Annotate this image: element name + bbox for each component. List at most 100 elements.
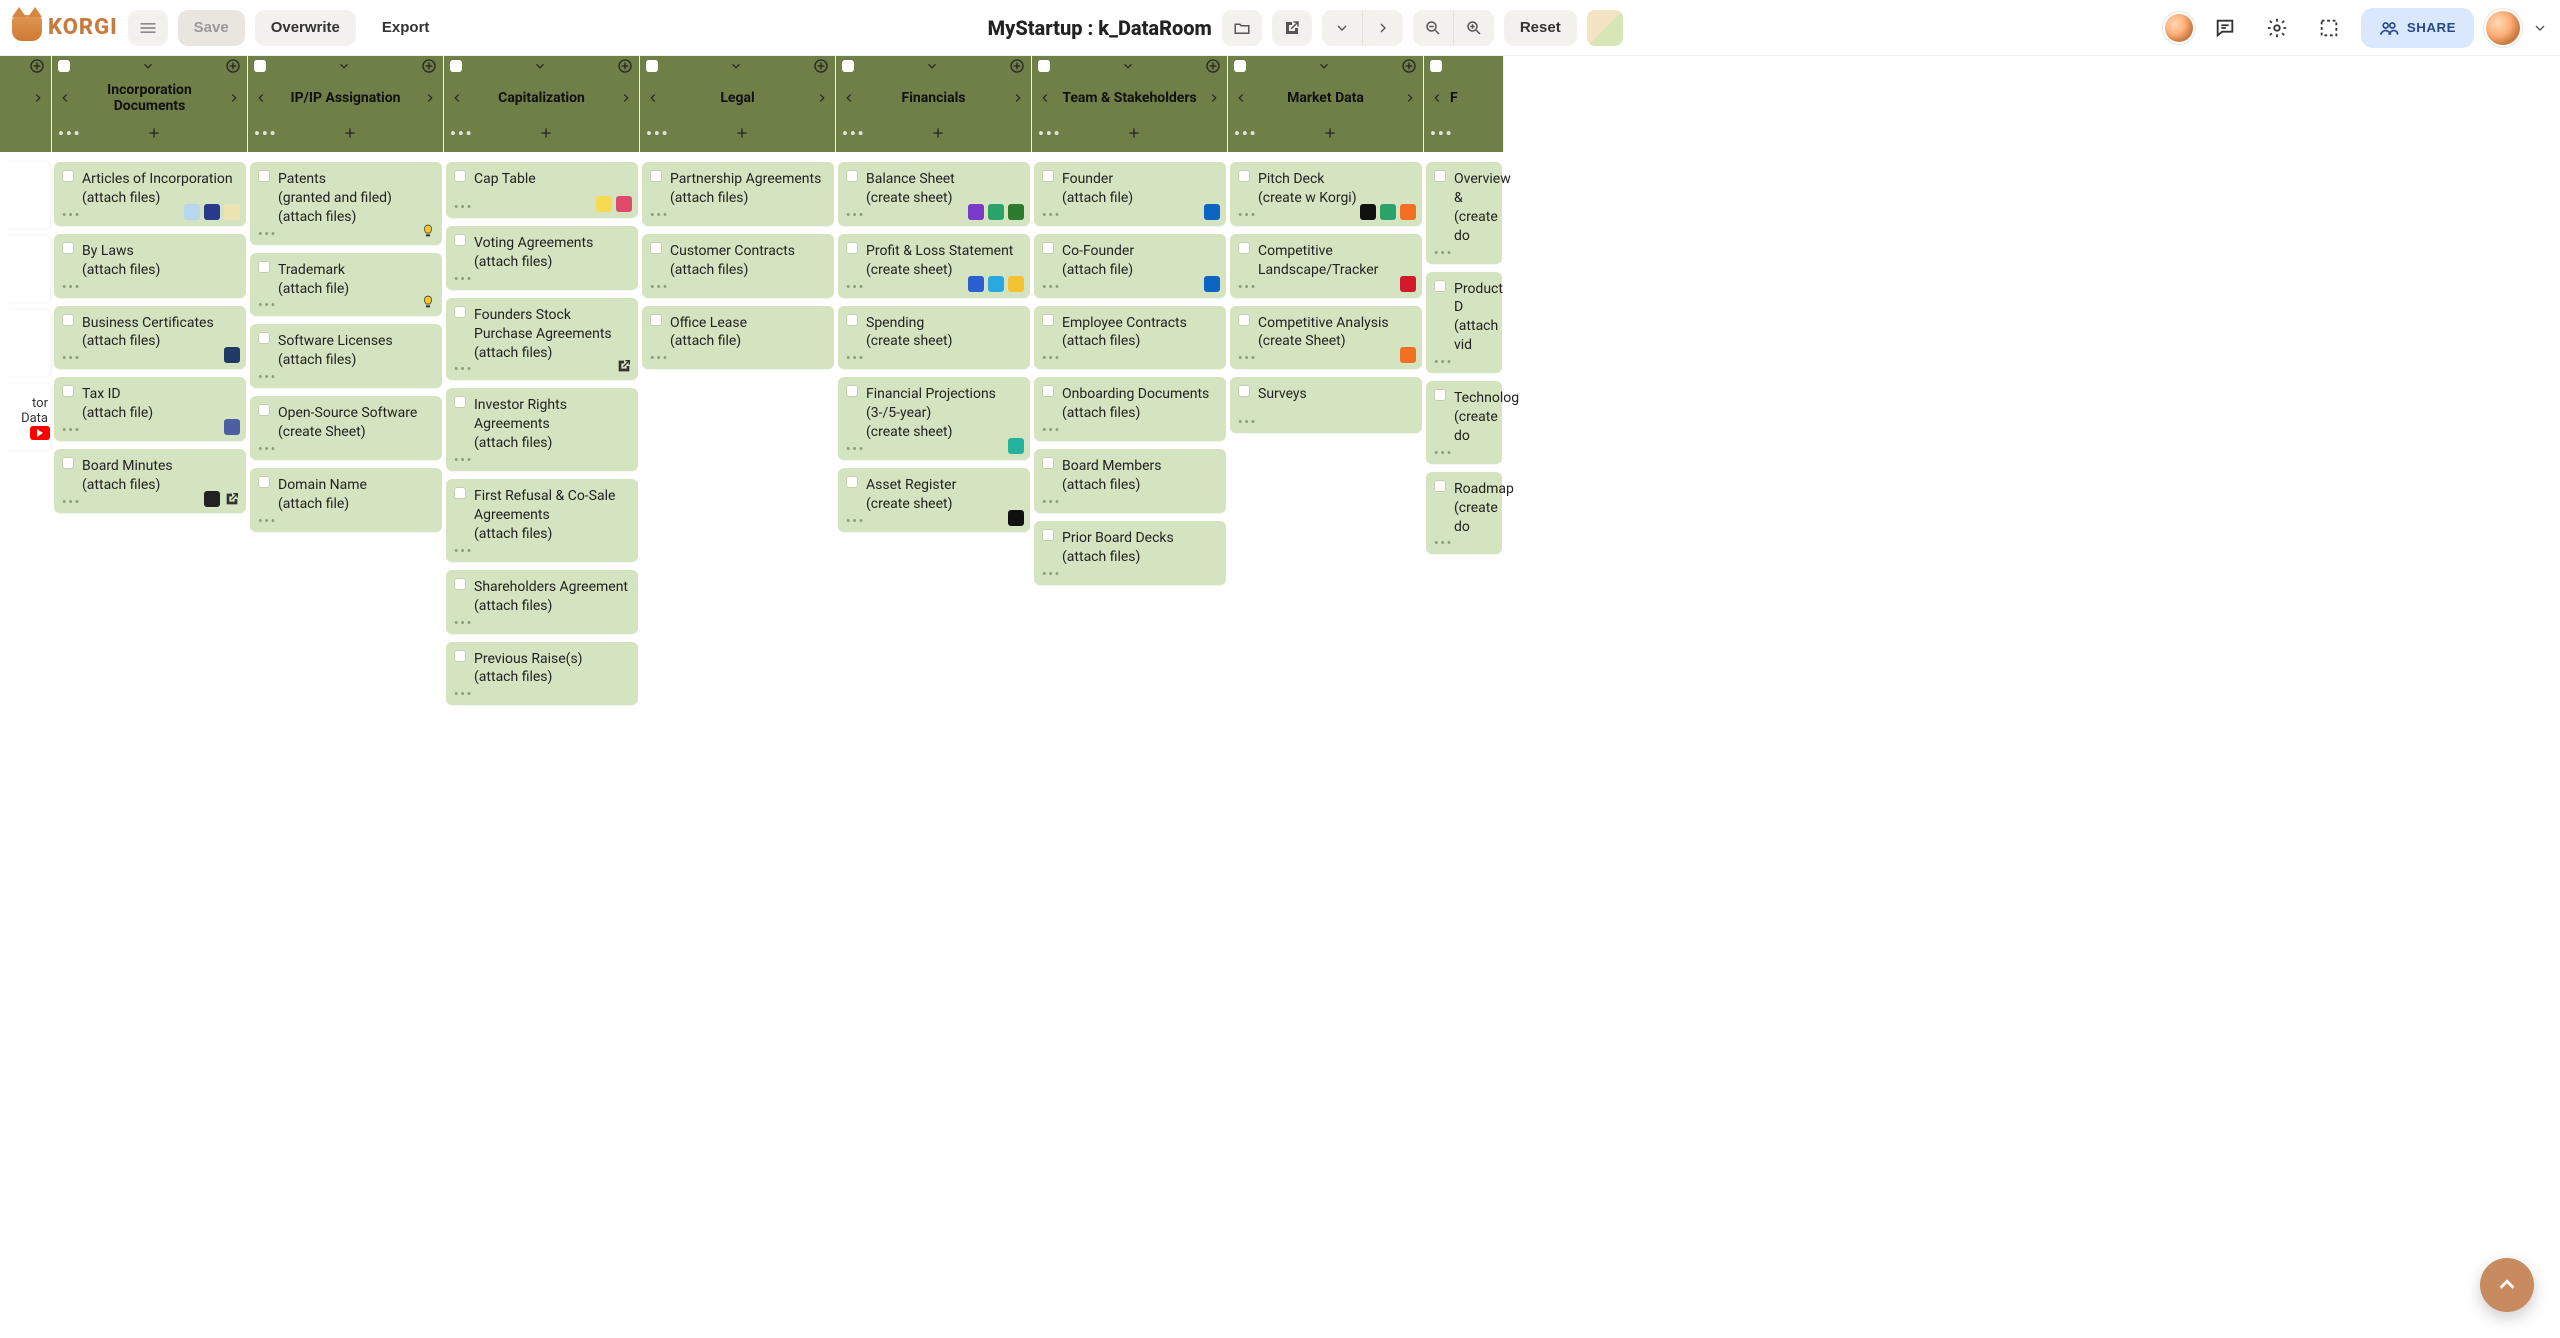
card-more-button[interactable]: ••• — [650, 280, 669, 294]
document-title[interactable]: MyStartup : k_DataRoom — [988, 16, 1212, 40]
column-move-left-button[interactable] — [58, 91, 72, 105]
column-add-card-button[interactable] — [538, 125, 554, 141]
save-button[interactable]: Save — [178, 10, 245, 46]
card-checkbox[interactable] — [454, 487, 466, 499]
column-add-button[interactable] — [29, 58, 45, 74]
board-card[interactable]: Patents (granted and filed) (attach file… — [250, 162, 442, 245]
column-select-checkbox[interactable] — [450, 60, 462, 72]
column-add-button[interactable] — [421, 58, 437, 74]
column-move-left-button[interactable] — [450, 91, 464, 105]
board-card[interactable]: Balance Sheet (create sheet) ••• — [838, 162, 1030, 226]
card-checkbox[interactable] — [454, 396, 466, 408]
card-checkbox[interactable] — [1238, 170, 1250, 182]
card-checkbox[interactable] — [1238, 314, 1250, 326]
card-more-button[interactable]: ••• — [846, 514, 865, 528]
history-prev-button[interactable] — [1322, 10, 1362, 46]
board-card[interactable]: Previous Raise(s) (attach files) ••• — [446, 642, 638, 706]
card-checkbox[interactable] — [846, 314, 858, 326]
scroll-top-fab[interactable] — [2480, 1258, 2534, 1312]
board-card[interactable]: Surveys ••• — [1230, 377, 1422, 433]
board-card[interactable]: Partnership Agreements (attach files) ••… — [642, 162, 834, 226]
card-more-button[interactable]: ••• — [1042, 423, 1061, 437]
open-external-button[interactable] — [1272, 10, 1312, 46]
column-collapse-button[interactable] — [141, 59, 155, 73]
column-title[interactable]: Financials — [856, 90, 1011, 106]
card-more-button[interactable]: ••• — [650, 208, 669, 222]
board-card[interactable]: Tax ID (attach file) ••• — [54, 377, 246, 441]
board-card[interactable]: Roadmap (create do ••• — [1426, 472, 1502, 555]
column-add-button[interactable] — [1009, 58, 1025, 74]
board-card[interactable]: Competitive Analysis (create Sheet) ••• — [1230, 306, 1422, 370]
column-add-button[interactable] — [813, 58, 829, 74]
presence-avatar[interactable] — [2165, 14, 2193, 42]
card-checkbox[interactable] — [258, 332, 270, 344]
card-checkbox[interactable] — [454, 170, 466, 182]
export-button[interactable]: Export — [366, 10, 446, 46]
column-collapse-button[interactable] — [337, 59, 351, 73]
column-more-button[interactable]: ••• — [58, 124, 82, 143]
folder-button[interactable] — [1222, 10, 1262, 46]
card-more-button[interactable]: ••• — [258, 514, 277, 528]
card-checkbox[interactable] — [846, 242, 858, 254]
board-card[interactable]: Overview & (create do ••• — [1426, 162, 1502, 264]
column-collapse-button[interactable] — [1121, 59, 1135, 73]
card-more-button[interactable]: ••• — [846, 208, 865, 222]
card-checkbox[interactable] — [258, 261, 270, 273]
board-card[interactable]: Founder (attach file) ••• — [1034, 162, 1226, 226]
card-more-button[interactable]: ••• — [454, 687, 473, 701]
column-move-right-button[interactable] — [31, 91, 45, 105]
card-more-button[interactable]: ••• — [1042, 208, 1061, 222]
board-card[interactable]: Prior Board Decks (attach files) ••• — [1034, 521, 1226, 585]
board-card[interactable]: Product D (attach vid ••• — [1426, 272, 1502, 374]
card-checkbox[interactable] — [1238, 242, 1250, 254]
column-title[interactable]: Legal — [660, 90, 815, 106]
column-move-right-button[interactable] — [1011, 91, 1025, 105]
card-more-button[interactable]: ••• — [1434, 355, 1453, 369]
column-title[interactable]: Capitalization — [464, 90, 619, 106]
card-checkbox[interactable] — [1042, 242, 1054, 254]
column-move-right-button[interactable] — [423, 91, 437, 105]
card-checkbox[interactable] — [846, 476, 858, 488]
column-select-checkbox[interactable] — [842, 60, 854, 72]
board-card[interactable]: Financial Projections (3-/5-year) (creat… — [838, 377, 1030, 460]
column-title[interactable]: Market Data — [1248, 90, 1403, 106]
card-checkbox[interactable] — [1238, 385, 1250, 397]
column-collapse-button[interactable] — [729, 59, 743, 73]
column-collapse-button[interactable] — [925, 59, 939, 73]
overwrite-button[interactable]: Overwrite — [255, 10, 356, 46]
column-move-right-button[interactable] — [815, 91, 829, 105]
card-more-button[interactable]: ••• — [846, 280, 865, 294]
card-checkbox[interactable] — [1042, 314, 1054, 326]
card-checkbox[interactable] — [650, 314, 662, 326]
user-menu-chevron-icon[interactable] — [2532, 20, 2548, 36]
menu-button[interactable] — [128, 10, 168, 46]
column-move-right-button[interactable] — [1403, 91, 1417, 105]
column-add-card-button[interactable] — [1126, 125, 1142, 141]
card-more-button[interactable]: ••• — [1434, 246, 1453, 260]
column-more-button[interactable]: ••• — [254, 124, 278, 143]
theme-swatch-icon[interactable] — [1587, 10, 1623, 46]
board-card[interactable]: Office Lease (attach file) ••• — [642, 306, 834, 370]
card-more-button[interactable]: ••• — [62, 208, 81, 222]
card-more-button[interactable]: ••• — [650, 351, 669, 365]
board-card[interactable]: Founders Stock Purchase Agreements (atta… — [446, 298, 638, 381]
card-checkbox[interactable] — [454, 578, 466, 590]
card-checkbox[interactable] — [1042, 529, 1054, 541]
card-more-button[interactable]: ••• — [258, 298, 277, 312]
card-checkbox[interactable] — [1434, 480, 1446, 492]
settings-button[interactable] — [2257, 10, 2297, 46]
card-more-button[interactable]: ••• — [258, 370, 277, 384]
board-card[interactable]: Articles of Incorporation (attach files)… — [54, 162, 246, 226]
card-more-button[interactable]: ••• — [1042, 351, 1061, 365]
card-checkbox[interactable] — [62, 314, 74, 326]
column-add-card-button[interactable] — [734, 125, 750, 141]
card-more-button[interactable]: ••• — [846, 351, 865, 365]
board-card[interactable]: Co-Founder (attach file) ••• — [1034, 234, 1226, 298]
peek-card[interactable] — [2, 236, 50, 302]
column-add-button[interactable] — [617, 58, 633, 74]
column-title[interactable]: IP/IP Assignation — [268, 90, 423, 106]
card-checkbox[interactable] — [62, 242, 74, 254]
card-checkbox[interactable] — [650, 170, 662, 182]
share-button[interactable]: SHARE — [2361, 8, 2474, 48]
column-select-checkbox[interactable] — [254, 60, 266, 72]
